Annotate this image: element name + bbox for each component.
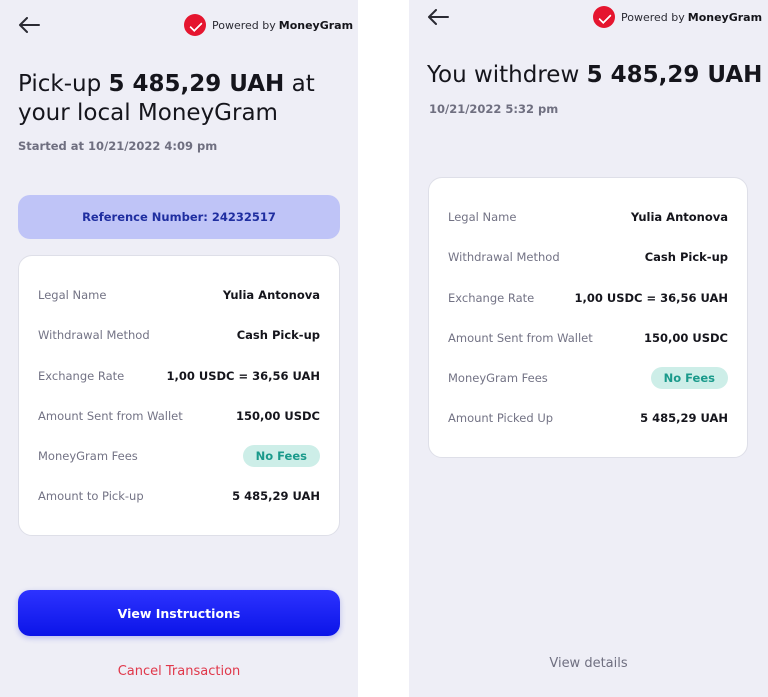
detail-row-exchange-rate: Exchange Rate 1,00 USDC = 36,56 UAH — [38, 366, 320, 386]
detail-value: Yulia Antonova — [222, 288, 320, 302]
pickup-screen: Powered by MoneyGram Pick-up 5 485,29 UA… — [0, 0, 358, 697]
detail-label: Legal Name — [38, 288, 107, 302]
detail-label: Withdrawal Method — [38, 328, 150, 342]
detail-row-legal-name: Legal Name Yulia Antonova — [38, 285, 320, 305]
powered-by-label: Powered by — [621, 10, 685, 24]
brand-name: MoneyGram — [278, 18, 354, 32]
started-timestamp: Started at 10/21/2022 4:09 pm — [18, 139, 218, 153]
detail-value: Cash Pick-up — [236, 328, 320, 342]
view-details-link[interactable]: View details — [409, 656, 768, 671]
no-fees-badge: No Fees — [242, 445, 320, 467]
detail-row-amount-sent: Amount Sent from Wallet 150,00 USDC — [38, 406, 320, 426]
detail-label: Exchange Rate — [38, 369, 125, 383]
detail-value: 5 485,29 UAH — [232, 489, 320, 503]
no-fees-badge: No Fees — [650, 367, 728, 389]
detail-label: Amount Sent from Wallet — [448, 331, 593, 345]
detail-label: Exchange Rate — [448, 291, 535, 305]
detail-row-amount-pickup: Amount to Pick-up 5 485,29 UAH — [38, 486, 320, 506]
powered-by-moneygram: Powered by MoneyGram — [593, 6, 762, 28]
detail-row-withdrawal-method: Withdrawal Method Cash Pick-up — [448, 247, 728, 267]
title-prefix: You withdrew — [427, 62, 587, 88]
reference-number: Reference Number: 24232517 — [82, 210, 276, 224]
detail-value: Yulia Antonova — [630, 210, 728, 224]
view-instructions-button[interactable]: View Instructions — [18, 590, 340, 636]
detail-value: 5 485,29 UAH — [640, 411, 728, 425]
page-title: You withdrew 5 485,29 UAH — [427, 61, 762, 90]
detail-row-legal-name: Legal Name Yulia Antonova — [448, 207, 728, 227]
page-title: Pick-up 5 485,29 UAH at your local Money… — [18, 70, 338, 128]
detail-row-fees: MoneyGram Fees No Fees — [38, 445, 320, 467]
detail-label: MoneyGram Fees — [38, 449, 138, 463]
back-arrow-icon[interactable] — [427, 9, 451, 27]
powered-by-label: Powered by — [212, 18, 276, 32]
detail-label: MoneyGram Fees — [448, 371, 548, 385]
title-prefix: Pick-up — [18, 71, 109, 97]
detail-value: Cash Pick-up — [644, 250, 728, 264]
detail-label: Legal Name — [448, 210, 517, 224]
detail-row-withdrawal-method: Withdrawal Method Cash Pick-up — [38, 325, 320, 345]
withdrawal-timestamp: 10/21/2022 5:32 pm — [429, 102, 559, 116]
moneygram-logo-icon — [593, 6, 615, 28]
moneygram-logo-icon — [184, 14, 206, 36]
back-arrow-icon[interactable] — [18, 17, 42, 35]
detail-row-fees: MoneyGram Fees No Fees — [448, 367, 728, 389]
detail-value: 150,00 USDC — [236, 409, 320, 423]
powered-by-moneygram: Powered by MoneyGram — [184, 14, 353, 36]
detail-label: Amount Sent from Wallet — [38, 409, 183, 423]
cancel-transaction-link[interactable]: Cancel Transaction — [0, 664, 358, 679]
detail-row-amount-sent: Amount Sent from Wallet 150,00 USDC — [448, 328, 728, 348]
title-amount: 5 485,29 UAH — [108, 71, 285, 97]
reference-banner: Reference Number: 24232517 — [18, 195, 340, 239]
brand-name: MoneyGram — [687, 10, 763, 24]
transaction-details-card: Legal Name Yulia Antonova Withdrawal Met… — [18, 255, 340, 536]
detail-row-amount-picked-up: Amount Picked Up 5 485,29 UAH — [448, 408, 728, 428]
detail-value: 1,00 USDC = 36,56 UAH — [574, 291, 728, 305]
transaction-details-card: Legal Name Yulia Antonova Withdrawal Met… — [428, 177, 748, 458]
withdrawal-complete-screen: Powered by MoneyGram You withdrew 5 485,… — [409, 0, 768, 697]
detail-value: 1,00 USDC = 36,56 UAH — [166, 369, 320, 383]
detail-value: 150,00 USDC — [644, 331, 728, 345]
detail-label: Withdrawal Method — [448, 250, 560, 264]
detail-label: Amount Picked Up — [448, 411, 554, 425]
detail-label: Amount to Pick-up — [38, 489, 144, 503]
title-amount: 5 485,29 UAH — [586, 62, 763, 88]
detail-row-exchange-rate: Exchange Rate 1,00 USDC = 36,56 UAH — [448, 288, 728, 308]
